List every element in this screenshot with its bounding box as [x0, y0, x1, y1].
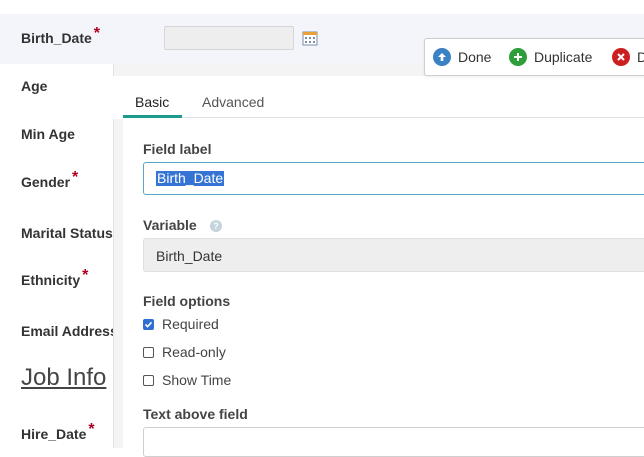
text-above-input[interactable] — [143, 427, 644, 457]
birth-date-input[interactable] — [164, 26, 294, 50]
field-label-input-value: Birth_Date — [156, 170, 225, 186]
required-marker: * — [88, 421, 95, 438]
field-label-age[interactable]: Age — [21, 78, 47, 94]
option-required[interactable]: Required — [143, 316, 219, 332]
field-label-min-age[interactable]: Min Age — [21, 126, 75, 142]
done-label: Done — [458, 49, 492, 65]
field-label-ethnicity[interactable]: Ethnicity * — [21, 267, 88, 290]
field-label-text: Min Age — [21, 126, 75, 142]
field-label-gender[interactable]: Gender * — [21, 169, 78, 192]
field-label-birth-date[interactable]: Birth_Date * — [21, 25, 100, 48]
field-label-marital-status[interactable]: Marital Status — [21, 225, 113, 241]
active-tab-indicator — [123, 115, 182, 118]
field-label-text: Email Address — [21, 323, 118, 339]
tab-advanced[interactable]: Advanced — [202, 94, 264, 110]
help-icon[interactable]: ? — [210, 220, 222, 232]
field-label-text: Marital Status — [21, 225, 113, 241]
field-options-heading: Field options — [143, 293, 231, 309]
section-heading-job-info: Job Info — [21, 364, 107, 391]
arrow-up-circle-icon — [433, 48, 451, 66]
text-above-heading: Text above field — [143, 406, 248, 422]
field-label-input[interactable]: Birth_Date — [143, 162, 644, 195]
option-label: Show Time — [162, 372, 232, 388]
option-show-time[interactable]: Show Time — [143, 372, 231, 388]
field-label-text: Gender — [21, 174, 71, 190]
variable-heading: Variable — [143, 217, 197, 233]
show-time-checkbox[interactable] — [143, 374, 154, 386]
option-read-only[interactable]: Read-only — [143, 344, 226, 360]
field-label-text: Birth_Date — [21, 30, 92, 46]
tab-basic[interactable]: Basic — [135, 94, 169, 110]
field-label-email-address[interactable]: Email Address — [21, 323, 118, 339]
required-marker: * — [93, 25, 101, 42]
required-marker: * — [72, 169, 79, 186]
x-circle-icon — [612, 48, 630, 66]
calendar-icon[interactable] — [302, 30, 318, 46]
tabs-bar — [113, 76, 644, 119]
variable-input-value: Birth_Date — [156, 248, 223, 264]
field-toolbar: Done Duplicate D — [424, 38, 644, 76]
required-checkbox[interactable] — [143, 318, 154, 330]
done-button[interactable]: Done — [433, 39, 491, 75]
field-label-hire-date[interactable]: Hire_Date * — [21, 421, 95, 444]
field-label-text: Age — [21, 78, 48, 94]
option-label: Read-only — [162, 344, 226, 360]
checkmark-icon — [144, 321, 153, 328]
duplicate-button[interactable]: Duplicate — [509, 39, 592, 75]
field-label-heading: Field label — [143, 141, 212, 157]
field-label-text: Ethnicity — [21, 272, 81, 288]
delete-label: D — [637, 49, 644, 65]
plus-circle-icon — [509, 48, 527, 66]
required-marker: * — [82, 267, 89, 284]
option-label: Required — [162, 316, 219, 332]
delete-button[interactable]: D — [612, 39, 644, 75]
tabs-divider — [123, 117, 644, 118]
variable-input[interactable]: Birth_Date — [143, 238, 644, 272]
field-label-text: Hire_Date — [21, 426, 87, 442]
duplicate-label: Duplicate — [534, 49, 593, 65]
read-only-checkbox[interactable] — [143, 346, 154, 358]
